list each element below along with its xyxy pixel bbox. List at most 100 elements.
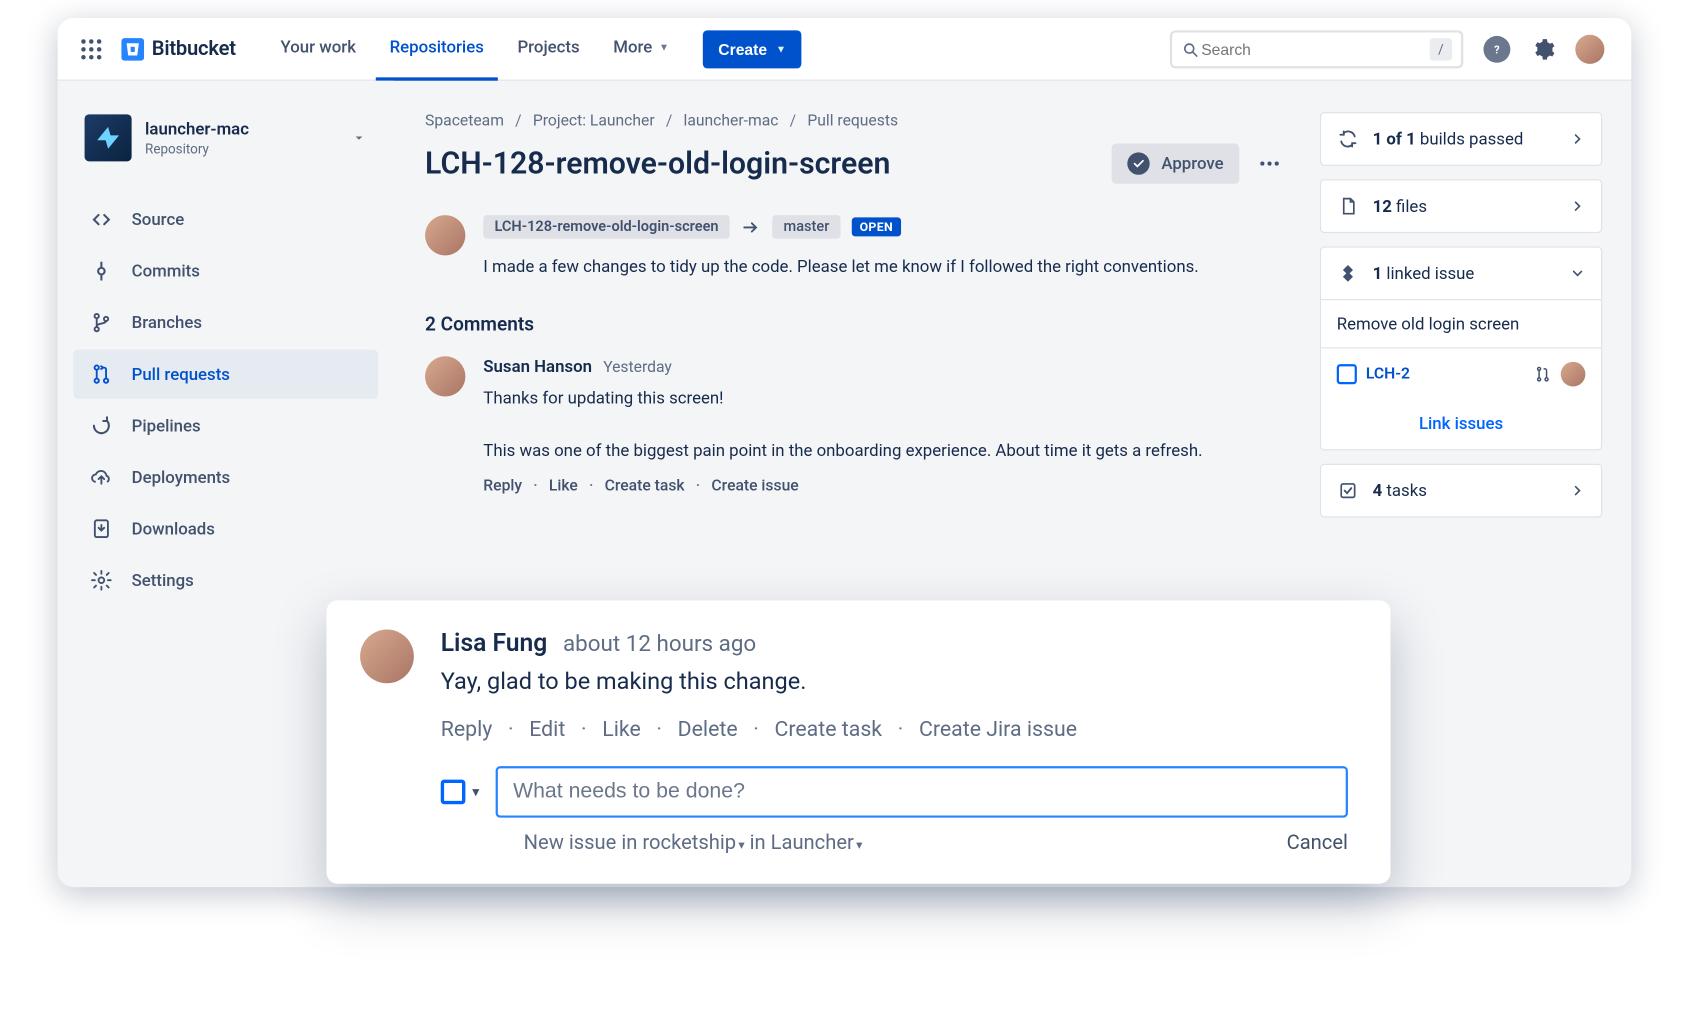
chevron-down-icon [1569,266,1585,282]
linked-issue-title-row[interactable]: Remove old login screen [1321,299,1601,347]
sidebar-item-pipelines[interactable]: Pipelines [73,401,378,450]
crumb[interactable]: Spaceteam [425,112,504,130]
assignee-avatar[interactable] [1560,362,1585,387]
svg-text:?: ? [1494,43,1500,56]
create-jira-issue-action[interactable]: Create Jira issue [919,716,1077,742]
repo-switcher[interactable]: launcher-mac Repository [73,105,378,170]
pr-title: LCH-128-remove-old-login-screen [425,146,1112,182]
crumb[interactable]: Project: Launcher [532,112,654,130]
settings-icon[interactable] [1528,34,1557,63]
chevron-down-icon: ▼ [659,41,669,53]
commit-icon [89,260,114,282]
sidebar-item-label: Settings [131,570,193,590]
popover-body: Yay, glad to be making this change. [440,669,1347,696]
linked-issue-title: Remove old login screen [1336,314,1519,334]
sidebar-item-label: Source [131,210,184,230]
author-avatar[interactable] [425,215,465,255]
panel-tasks[interactable]: 4 tasks [1319,464,1601,518]
pipeline-icon [89,414,114,436]
comment-body: Thanks for updating this screen! This wa… [483,386,1282,464]
arrow-right-icon [740,217,760,237]
chevron-right-icon [1569,131,1585,147]
chevron-down-icon [351,130,367,146]
comments-header: 2 Comments [425,314,1282,336]
app-switcher-icon[interactable] [75,33,106,64]
like-action[interactable]: Like [548,477,577,495]
panel-files[interactable]: 12 files [1319,179,1601,233]
sidebar-item-label: Pipelines [131,416,200,436]
cancel-button[interactable]: Cancel [1286,831,1347,855]
issue-summary-input[interactable] [495,766,1348,818]
pr-summary: LCH-128-remove-old-login-screen master O… [425,215,1282,280]
jira-square-icon [440,780,465,805]
popover-actions: Reply· Edit· Like· Delete· Create task· … [440,716,1347,742]
check-icon [1127,152,1149,174]
sidebar-nav: Source Commits Branches Pull requests Pi… [73,195,378,605]
tab-projects[interactable]: Projects [504,18,593,80]
sidebar-item-deployments[interactable]: Deployments [73,453,378,502]
popover-time: about 12 hours ago [562,630,755,657]
sidebar-item-commits[interactable]: Commits [73,246,378,295]
file-icon [1336,196,1358,216]
sidebar-item-pull-requests[interactable]: Pull requests [73,350,378,399]
sidebar-item-source[interactable]: Source [73,195,378,244]
comment-author[interactable]: Susan Hanson [483,357,592,377]
tab-your-work[interactable]: Your work [267,18,369,80]
sidebar-item-label: Branches [131,313,201,333]
panel-builds[interactable]: 1 of 1 builds passed [1319,112,1601,166]
tab-more[interactable]: More▼ [599,18,682,80]
edit-action[interactable]: Edit [529,716,565,742]
space-picker[interactable]: Launcher▾ [770,831,862,855]
popover-author[interactable]: Lisa Fung [440,630,547,658]
bitbucket-icon [120,36,145,61]
panel-linked-issue: 1 linked issue Remove old login screen L… [1319,246,1601,450]
source-branch[interactable]: LCH-128-remove-old-login-screen [483,215,729,239]
builds-icon [1336,129,1358,149]
pull-request-mini-icon [1533,365,1551,383]
search-input-wrapper[interactable]: / [1169,30,1462,68]
create-task-action[interactable]: Create task [774,716,882,742]
jira-icon [1336,263,1358,283]
comment: Susan Hanson Yesterday Thanks for updati… [425,357,1282,496]
approve-button[interactable]: Approve [1112,143,1239,183]
sidebar-item-settings[interactable]: Settings [73,556,378,605]
crumb[interactable]: launcher-mac [683,112,778,130]
more-actions-button[interactable] [1257,151,1282,176]
panel-linked-issue-header[interactable]: 1 linked issue [1321,248,1601,300]
like-action[interactable]: Like [602,716,641,742]
linked-issue-key-row[interactable]: LCH-2 [1321,347,1601,400]
create-task-action[interactable]: Create task [604,477,684,495]
brand-logo[interactable]: Bitbucket [120,36,235,61]
dest-branch[interactable]: master [772,215,840,239]
help-icon[interactable]: ? [1483,35,1510,62]
crumb[interactable]: Pull requests [807,112,898,130]
search-icon [1181,40,1199,58]
user-avatar[interactable] [1575,34,1604,63]
commenter-avatar[interactable] [425,357,465,397]
comment-time: Yesterday [603,359,672,377]
comment-actions: Reply· Like· Create task· Create issue [483,477,1282,495]
top-nav: Bitbucket Your work Repositories Project… [57,18,1631,81]
code-icon [89,208,114,230]
sidebar-item-branches[interactable]: Branches [73,298,378,347]
sidebar-item-label: Deployments [131,467,230,487]
issue-type-picker[interactable]: ▾ [440,780,479,805]
reply-action[interactable]: Reply [483,477,522,495]
delete-action[interactable]: Delete [677,716,737,742]
jira-square-icon [1336,364,1356,384]
popover-avatar[interactable] [360,630,414,684]
tab-repositories[interactable]: Repositories [376,18,497,80]
brand-name: Bitbucket [151,37,235,61]
chevron-down-icon: ▼ [776,43,786,54]
sidebar-item-downloads[interactable]: Downloads [73,504,378,553]
create-button[interactable]: Create▼ [702,30,801,68]
search-input[interactable] [1198,39,1429,59]
link-issues-button[interactable]: Link issues [1321,400,1601,449]
project-picker[interactable]: rocketship▾ [642,831,744,855]
reply-action[interactable]: Reply [440,716,492,742]
comment-popover: Lisa Fung about 12 hours ago Yay, glad t… [326,600,1390,883]
create-issue-action[interactable]: Create issue [711,477,798,495]
pull-request-icon [89,363,114,385]
issue-key: LCH-2 [1365,365,1409,383]
task-icon [1336,481,1358,501]
